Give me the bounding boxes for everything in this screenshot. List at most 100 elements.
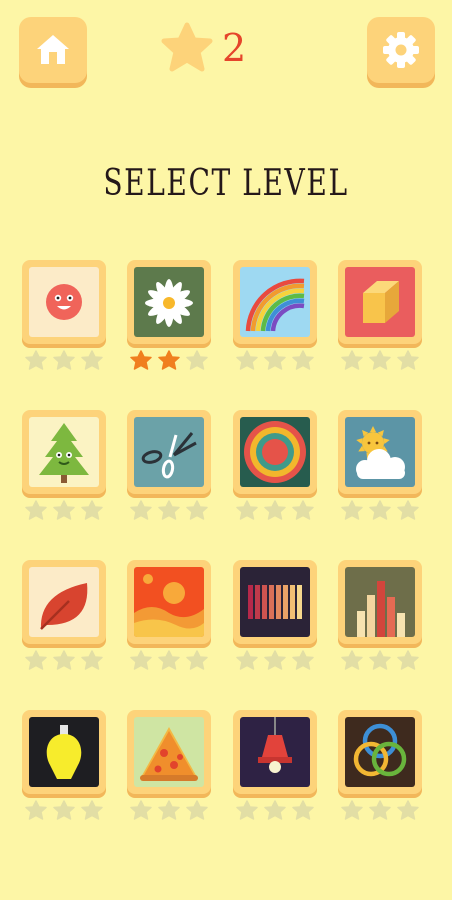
star-empty-icon	[130, 800, 152, 820]
level-12-button[interactable]	[338, 560, 422, 644]
star-empty-icon	[186, 350, 208, 370]
star-empty-icon	[236, 800, 258, 820]
level-14-button[interactable]	[127, 710, 211, 794]
scissors-icon	[134, 417, 204, 487]
sun-behind-cloud-icon	[345, 417, 415, 487]
star-empty-icon	[158, 500, 180, 520]
daisy-flower-icon	[134, 267, 204, 337]
level-4-button[interactable]	[338, 260, 422, 344]
star-empty-icon	[186, 500, 208, 520]
sunset-landscape-icon	[134, 567, 204, 637]
level-2-button[interactable]	[127, 260, 211, 344]
star-empty-icon	[186, 650, 208, 670]
level-9-button[interactable]	[22, 560, 106, 644]
level-16-stars	[338, 800, 422, 822]
level-8-button[interactable]	[338, 410, 422, 494]
star-empty-icon	[264, 350, 286, 370]
score-count: 2	[222, 26, 247, 70]
rainbow-icon	[240, 267, 310, 337]
concentric-circles-icon	[240, 417, 310, 487]
level-11-stars	[233, 650, 317, 672]
star-empty-icon	[292, 500, 314, 520]
level-6-stars	[127, 500, 211, 522]
star-empty-icon	[397, 500, 419, 520]
page-title: SELECT LEVEL	[103, 163, 349, 204]
level-10-stars	[127, 650, 211, 672]
home-button[interactable]	[19, 17, 87, 83]
light-bulb-icon	[29, 717, 99, 787]
level-5-button[interactable]	[22, 410, 106, 494]
level-6-button[interactable]	[127, 410, 211, 494]
star-empty-icon	[25, 800, 47, 820]
level-13-stars	[22, 800, 106, 822]
level-1-stars	[22, 350, 106, 372]
ceiling-lamp-icon	[240, 717, 310, 787]
star-empty-icon	[186, 800, 208, 820]
level-3-button[interactable]	[233, 260, 317, 344]
star-empty-icon	[369, 350, 391, 370]
star-empty-icon	[397, 650, 419, 670]
level-14-stars	[127, 800, 211, 822]
star-empty-icon	[81, 350, 103, 370]
level-2-stars	[127, 350, 211, 372]
smiley-face-icon	[29, 267, 99, 337]
level-11-button[interactable]	[233, 560, 317, 644]
star-empty-icon	[264, 800, 286, 820]
level-7-stars	[233, 500, 317, 522]
level-12-stars	[338, 650, 422, 672]
level-9-stars	[22, 650, 106, 672]
star-empty-icon	[369, 500, 391, 520]
interlocking-rings-icon	[345, 717, 415, 787]
star-empty-icon	[53, 500, 75, 520]
star-empty-icon	[53, 350, 75, 370]
star-earned-icon	[158, 350, 180, 370]
level-1-button[interactable]	[22, 260, 106, 344]
star-empty-icon	[341, 350, 363, 370]
star-empty-icon	[341, 800, 363, 820]
star-empty-icon	[25, 350, 47, 370]
bar-buildings-icon	[345, 567, 415, 637]
star-empty-icon	[130, 500, 152, 520]
star-empty-icon	[236, 350, 258, 370]
pine-tree-icon	[29, 417, 99, 487]
level-10-button[interactable]	[127, 560, 211, 644]
star-empty-icon	[264, 500, 286, 520]
star-empty-icon	[341, 650, 363, 670]
pizza-slice-icon	[134, 717, 204, 787]
star-empty-icon	[81, 800, 103, 820]
star-empty-icon	[292, 800, 314, 820]
star-empty-icon	[236, 650, 258, 670]
star-icon	[161, 22, 213, 72]
level-5-stars	[22, 500, 106, 522]
star-empty-icon	[236, 500, 258, 520]
level-4-stars	[338, 350, 422, 372]
star-empty-icon	[81, 650, 103, 670]
star-empty-icon	[292, 350, 314, 370]
star-empty-icon	[397, 800, 419, 820]
level-15-stars	[233, 800, 317, 822]
star-empty-icon	[130, 650, 152, 670]
star-empty-icon	[25, 500, 47, 520]
star-empty-icon	[397, 350, 419, 370]
star-empty-icon	[341, 500, 363, 520]
cube-icon	[345, 267, 415, 337]
star-empty-icon	[264, 650, 286, 670]
score-display: 2	[160, 20, 246, 76]
star-empty-icon	[53, 650, 75, 670]
star-empty-icon	[292, 650, 314, 670]
level-8-stars	[338, 500, 422, 522]
level-15-button[interactable]	[233, 710, 317, 794]
level-16-button[interactable]	[338, 710, 422, 794]
star-earned-icon	[130, 350, 152, 370]
level-3-stars	[233, 350, 317, 372]
settings-button[interactable]	[367, 17, 435, 83]
vertical-stripes-icon	[240, 567, 310, 637]
star-empty-icon	[158, 800, 180, 820]
level-7-button[interactable]	[233, 410, 317, 494]
star-empty-icon	[369, 650, 391, 670]
gear-icon	[383, 32, 419, 68]
star-empty-icon	[25, 650, 47, 670]
leaf-icon	[29, 567, 99, 637]
level-13-button[interactable]	[22, 710, 106, 794]
home-icon	[37, 35, 69, 64]
